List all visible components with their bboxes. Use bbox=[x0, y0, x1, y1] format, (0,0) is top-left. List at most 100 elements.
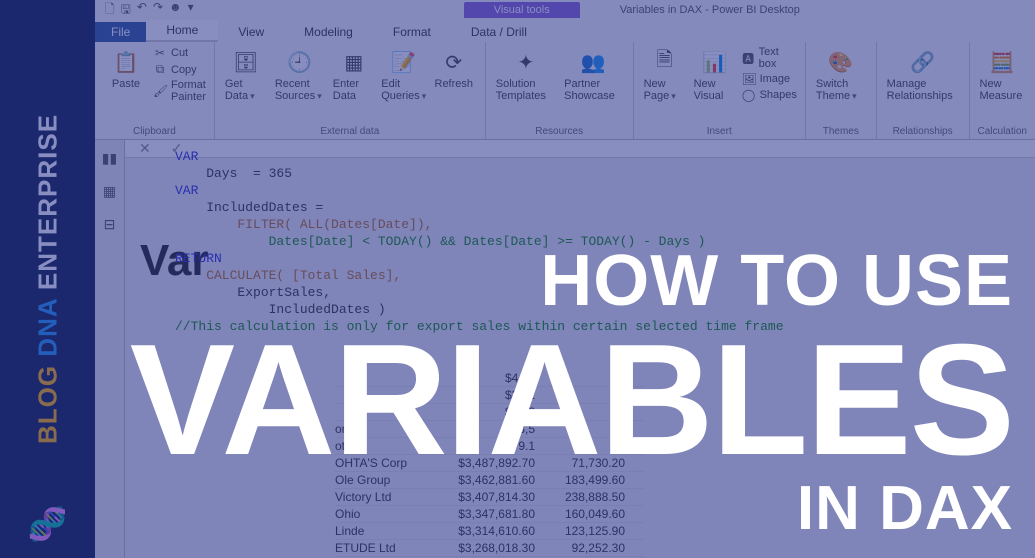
blog-sidebar: BLOG DNA ENTERPRISE 🧬 bbox=[0, 0, 95, 558]
table-cell: Linde bbox=[335, 523, 445, 540]
refresh-button[interactable]: ⟳Refresh bbox=[431, 46, 477, 92]
table-row[interactable]: Ohio$3,347,681.80160,049.60 bbox=[335, 506, 645, 523]
qa-new-icon[interactable]: 🗋 bbox=[105, 0, 115, 21]
partner-showcase-button[interactable]: 👥Partner Showcase bbox=[562, 46, 624, 104]
tab-data-drill[interactable]: Data / Drill bbox=[451, 22, 547, 42]
qa-redo-icon[interactable]: ↷ bbox=[153, 0, 163, 21]
window-title: Variables in DAX - Power BI Desktop bbox=[620, 4, 800, 16]
relationships-icon: 🔗 bbox=[909, 48, 937, 76]
qa-face-icon[interactable]: ☻ bbox=[169, 0, 182, 21]
new-measure-button[interactable]: 🧮New Measure bbox=[978, 46, 1027, 104]
model-view-icon[interactable]: ⊟ bbox=[104, 216, 116, 233]
paste-button[interactable]: 📋 Paste bbox=[103, 46, 149, 92]
group-calculation-label: Calculation bbox=[978, 124, 1027, 137]
tab-home[interactable]: Home bbox=[146, 20, 218, 42]
table-cell: Victory Ltd bbox=[335, 489, 445, 506]
blog-word-dna: DNA bbox=[32, 298, 62, 356]
dna-icon: 🧬 bbox=[28, 505, 68, 543]
enter-data-button[interactable]: ▦Enter Data bbox=[331, 46, 377, 104]
cancel-formula-icon[interactable]: ✕ bbox=[139, 140, 151, 157]
table-cell: $3,314,610.60 bbox=[445, 523, 555, 540]
tab-file[interactable]: File bbox=[95, 22, 146, 42]
group-resources-label: Resources bbox=[494, 124, 625, 137]
group-clipboard-label: Clipboard bbox=[103, 124, 206, 137]
table-row[interactable]: Linde$3,314,610.60123,125.90 bbox=[335, 523, 645, 540]
format-painter-button[interactable]: 🖌Format Painter bbox=[153, 79, 206, 103]
theme-icon: 🎨 bbox=[827, 48, 855, 76]
get-data-label: Get Data bbox=[225, 78, 267, 102]
table-row[interactable]: Victory Ltd$3,407,814.30238,888.50 bbox=[335, 489, 645, 506]
headline-line2: VARIABLES bbox=[130, 328, 1013, 473]
edit-queries-button[interactable]: 📝Edit Queries bbox=[381, 46, 427, 104]
code-line: FILTER( ALL(Dates[Date]), bbox=[175, 217, 432, 232]
textbox-icon: 🅰 bbox=[742, 50, 755, 67]
recent-icon: 🕘 bbox=[286, 48, 314, 76]
new-visual-button[interactable]: 📊New Visual bbox=[692, 46, 738, 104]
report-view-icon[interactable]: ▮▮ bbox=[102, 150, 117, 167]
table-cell: $3,268,018.30 bbox=[445, 540, 555, 557]
group-calculation: 🧮New Measure Calculation bbox=[970, 42, 1035, 139]
titlebar: 🗋 🖫 ↶ ↷ ☻ ▾ Visual tools Variables in DA… bbox=[95, 0, 1035, 20]
cut-button[interactable]: ✂Cut bbox=[153, 46, 206, 60]
shapes-label: Shapes bbox=[760, 89, 797, 101]
fp-label: Format Painter bbox=[171, 79, 206, 103]
measure-icon: 🧮 bbox=[988, 48, 1016, 76]
solution-templates-button[interactable]: ✦Solution Templates bbox=[494, 46, 558, 104]
copy-button[interactable]: ⧉ Copy bbox=[153, 62, 206, 77]
manage-relationships-button[interactable]: 🔗Manage Relationships bbox=[885, 46, 961, 104]
contextual-tab-visual-tools[interactable]: Visual tools bbox=[464, 2, 580, 18]
code-line: ExportSales, bbox=[175, 285, 331, 300]
new-visual-label: New Visual bbox=[694, 78, 736, 102]
enter-data-icon: ▦ bbox=[340, 48, 368, 76]
copy-label: Copy bbox=[171, 64, 197, 76]
group-resources: ✦Solution Templates 👥Partner Showcase Re… bbox=[486, 42, 634, 139]
edit-queries-icon: 📝 bbox=[390, 48, 418, 76]
group-themes: 🎨Switch Theme Themes bbox=[806, 42, 877, 139]
relationships-label: Manage Relationships bbox=[887, 78, 959, 102]
shapes-button[interactable]: ◯Shapes bbox=[742, 88, 797, 102]
new-page-button[interactable]: 🗎New Page bbox=[642, 46, 688, 104]
qa-undo-icon[interactable]: ↶ bbox=[137, 0, 147, 21]
paste-label: Paste bbox=[112, 78, 140, 90]
group-relationships: 🔗Manage Relationships Relationships bbox=[877, 42, 970, 139]
code-line: VAR bbox=[175, 183, 198, 198]
blog-word-blog: BLOG bbox=[32, 365, 62, 444]
code-line: VAR bbox=[175, 149, 198, 164]
new-page-label: New Page bbox=[644, 78, 686, 102]
table-cell: 123,125.90 bbox=[555, 523, 645, 540]
cut-icon: ✂ bbox=[153, 46, 167, 60]
tab-format[interactable]: Format bbox=[373, 22, 451, 42]
table-row[interactable]: ETUDE Ltd$3,268,018.3092,252.30 bbox=[335, 540, 645, 557]
ribbon: 📋 Paste ✂Cut ⧉ Copy 🖌Format Painter Clipb… bbox=[95, 42, 1035, 140]
image-button[interactable]: 🖼Image bbox=[742, 72, 797, 86]
code-line: RETURN bbox=[175, 251, 222, 266]
tab-view[interactable]: View bbox=[218, 22, 284, 42]
switch-theme-button[interactable]: 🎨Switch Theme bbox=[814, 46, 868, 104]
table-cell: 238,888.50 bbox=[555, 489, 645, 506]
partner-icon: 👥 bbox=[579, 48, 607, 76]
recent-label: Recent Sources bbox=[275, 78, 325, 102]
data-view-icon[interactable]: ▦ bbox=[103, 183, 116, 200]
group-themes-label: Themes bbox=[814, 124, 868, 137]
new-visual-icon: 📊 bbox=[701, 48, 729, 76]
qa-save-icon[interactable]: 🖫 bbox=[121, 0, 131, 21]
table-cell: $3,347,681.80 bbox=[445, 506, 555, 523]
qa-more-icon[interactable]: ▾ bbox=[188, 0, 194, 21]
get-data-button[interactable]: 🗄Get Data bbox=[223, 46, 269, 104]
table-cell: 92,252.30 bbox=[555, 540, 645, 557]
new-page-icon: 🗎 bbox=[651, 48, 679, 76]
tab-modeling[interactable]: Modeling bbox=[284, 22, 373, 42]
copy-icon: ⧉ bbox=[153, 62, 167, 77]
group-relationships-label: Relationships bbox=[885, 124, 961, 137]
recent-sources-button[interactable]: 🕘Recent Sources bbox=[273, 46, 327, 104]
ribbon-tabs: File Home View Modeling Format Data / Dr… bbox=[95, 20, 1035, 42]
text-box-button[interactable]: 🅰Text box bbox=[742, 46, 797, 70]
table-cell: $3,407,814.30 bbox=[445, 489, 555, 506]
edit-queries-label: Edit Queries bbox=[381, 78, 426, 102]
refresh-label: Refresh bbox=[435, 78, 474, 90]
get-data-icon: 🗄 bbox=[232, 48, 260, 76]
group-clipboard: 📋 Paste ✂Cut ⧉ Copy 🖌Format Painter Clipb… bbox=[95, 42, 215, 139]
solution-icon: ✦ bbox=[512, 48, 540, 76]
view-rail: ▮▮ ▦ ⊟ bbox=[95, 140, 125, 558]
code-line: IncludedDates = bbox=[175, 200, 323, 215]
